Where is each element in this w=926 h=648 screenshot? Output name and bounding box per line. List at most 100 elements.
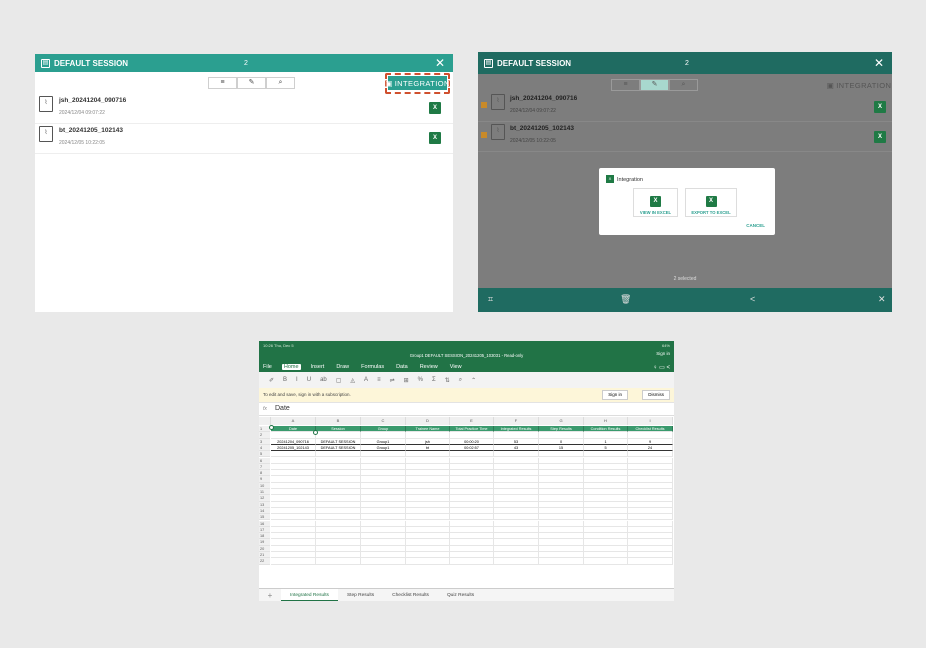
comment-icon[interactable]: ▭	[659, 365, 665, 371]
lightbulb-icon[interactable]: ♀	[653, 365, 658, 371]
sign-in-button[interactable]: Sign in	[602, 390, 628, 400]
fill-color-icon[interactable]: ◬	[350, 377, 355, 384]
bold-icon[interactable]: B	[283, 377, 287, 383]
empty-cell[interactable]	[316, 558, 361, 565]
checkbox-checked[interactable]	[481, 132, 487, 138]
menu-view[interactable]: View	[448, 364, 464, 370]
edit-icon[interactable]: ✎	[237, 77, 266, 89]
pdf-icon: ⌇	[491, 94, 505, 110]
file-count: 2	[685, 59, 689, 67]
column-header[interactable]: F	[494, 417, 539, 425]
file-item[interactable]: ⌇ bt_20241205_102143 2024/12/05 10:22:05…	[478, 122, 892, 152]
integration-button[interactable]: ▣ INTEGRATION	[385, 76, 449, 90]
borders-icon[interactable]: ▢	[336, 377, 342, 384]
strikethrough-icon[interactable]: ab	[320, 377, 327, 383]
chevron-up-icon[interactable]: ⌃	[471, 377, 476, 384]
sheet-tab-step[interactable]: Step Results	[338, 589, 383, 602]
file-date: 2024/12/04 09:07:22	[510, 108, 556, 114]
checkbox-checked[interactable]	[481, 102, 487, 108]
file-item[interactable]: ⌇ bt_20241205_102143 2024/12/05 10:22:05…	[35, 124, 453, 154]
close-icon[interactable]: ✕	[874, 52, 884, 74]
excel-file-icon[interactable]: X	[874, 101, 886, 113]
underline-icon[interactable]: U	[307, 377, 311, 383]
integration-button[interactable]: ▣ INTEGRATION	[827, 78, 891, 92]
search-icon[interactable]: ⌕	[669, 79, 698, 91]
empty-cell[interactable]	[271, 558, 316, 565]
sort-icon[interactable]: ⇅	[445, 377, 450, 384]
column-header[interactable]: I	[628, 417, 673, 425]
file-date: 2024/12/05 10:22:05	[510, 138, 556, 144]
sort-icon[interactable]: ≡	[611, 79, 640, 91]
empty-cell[interactable]	[406, 558, 450, 565]
empty-cell[interactable]	[539, 558, 584, 565]
search-icon[interactable]: ⌕	[266, 77, 295, 89]
menu-data[interactable]: Data	[394, 364, 410, 370]
sheet-tab-checklist[interactable]: Checklist Results	[383, 589, 438, 602]
close-selection-icon[interactable]: ✕	[878, 294, 886, 305]
sheet-tab-quiz[interactable]: Quiz Results	[438, 589, 483, 602]
file-name: bt_20241205_102143	[59, 127, 123, 134]
session-panel-default: ▤ DEFAULT SESSION 2 ✕ ≡ ✎ ⌕ ▣ INTEGRATIO…	[35, 54, 453, 312]
ribbon-tabs: File Home Insert Draw Formulas Data Revi…	[261, 364, 464, 370]
cancel-button[interactable]: CANCEL	[746, 223, 765, 228]
delete-icon[interactable]: 🗑	[620, 294, 631, 305]
column-header[interactable]: B	[316, 417, 361, 425]
menu-home[interactable]: Home	[281, 364, 301, 370]
file-item[interactable]: ⌇ jsh_20241204_090716 2024/12/04 09:07:2…	[478, 92, 892, 122]
session-title: DEFAULT SESSION	[54, 58, 129, 68]
fx-icon: fx	[263, 406, 267, 412]
deselect-icon[interactable]: ⌗	[488, 294, 493, 305]
excel-file-icon[interactable]: X	[874, 131, 886, 143]
empty-cell[interactable]	[584, 558, 628, 565]
find-icon[interactable]: ⌕	[459, 377, 462, 384]
column-header[interactable]: D	[406, 417, 450, 425]
export-to-excel-button[interactable]: X EXPORT TO EXCEL	[685, 188, 737, 217]
number-format-icon[interactable]: %	[418, 377, 423, 383]
add-sheet-icon[interactable]: +	[259, 591, 281, 600]
excel-export-icon: X	[705, 196, 717, 207]
empty-cell[interactable]	[628, 558, 673, 565]
column-header[interactable]: A	[271, 417, 316, 425]
merge-icon[interactable]: ⊞	[404, 377, 409, 384]
column-header[interactable]: E	[450, 417, 494, 425]
sum-icon[interactable]: Σ	[432, 377, 436, 383]
empty-cell[interactable]	[494, 558, 539, 565]
wrap-icon[interactable]: ⇌	[390, 377, 395, 384]
close-icon[interactable]: ✕	[435, 54, 445, 72]
align-icon[interactable]: ≡	[377, 377, 381, 383]
select-all-corner[interactable]	[259, 417, 271, 425]
formula-bar[interactable]: fx Date	[259, 403, 674, 416]
selection-handle[interactable]	[269, 425, 274, 430]
excel-file-icon[interactable]: X	[429, 132, 441, 144]
row-header[interactable]: 22	[259, 558, 270, 565]
sign-in-link[interactable]: Sign in	[656, 351, 670, 356]
empty-cell[interactable]	[361, 558, 406, 565]
menu-draw[interactable]: Draw	[334, 364, 351, 370]
view-in-excel-button[interactable]: X VIEW IN EXCEL	[633, 188, 678, 217]
italic-icon[interactable]: I	[296, 377, 298, 383]
header-icons: ♀ ▭ <	[653, 364, 670, 371]
file-count: 2	[244, 59, 248, 67]
pdf-icon: ⌇	[39, 96, 53, 112]
file-item[interactable]: ⌇ jsh_20241204_090716 2024/12/04 09:07:2…	[35, 94, 453, 124]
share-icon[interactable]: <	[750, 294, 755, 304]
excel-icon: ▣	[385, 78, 393, 88]
column-header[interactable]: H	[584, 417, 628, 425]
menu-insert[interactable]: Insert	[309, 364, 327, 370]
pdf-icon: ⌇	[39, 126, 53, 142]
empty-cell[interactable]	[450, 558, 494, 565]
column-header[interactable]: C	[361, 417, 406, 425]
excel-file-icon[interactable]: X	[429, 102, 441, 114]
sort-icon[interactable]: ≡	[208, 77, 237, 89]
file-date: 2024/12/04 09:07:22	[59, 110, 105, 116]
sheet-tab-integrated[interactable]: Integrated Results	[281, 588, 338, 601]
font-color-icon[interactable]: A	[364, 377, 368, 383]
edit-icon[interactable]: ✎	[640, 79, 669, 91]
menu-formulas[interactable]: Formulas	[359, 364, 386, 370]
share-icon[interactable]: <	[666, 365, 670, 371]
menu-review[interactable]: Review	[418, 364, 440, 370]
menu-file[interactable]: File	[261, 364, 274, 370]
format-painter-icon[interactable]: ✐	[269, 377, 274, 384]
dismiss-button[interactable]: Dismiss	[642, 390, 670, 400]
column-header[interactable]: G	[539, 417, 584, 425]
